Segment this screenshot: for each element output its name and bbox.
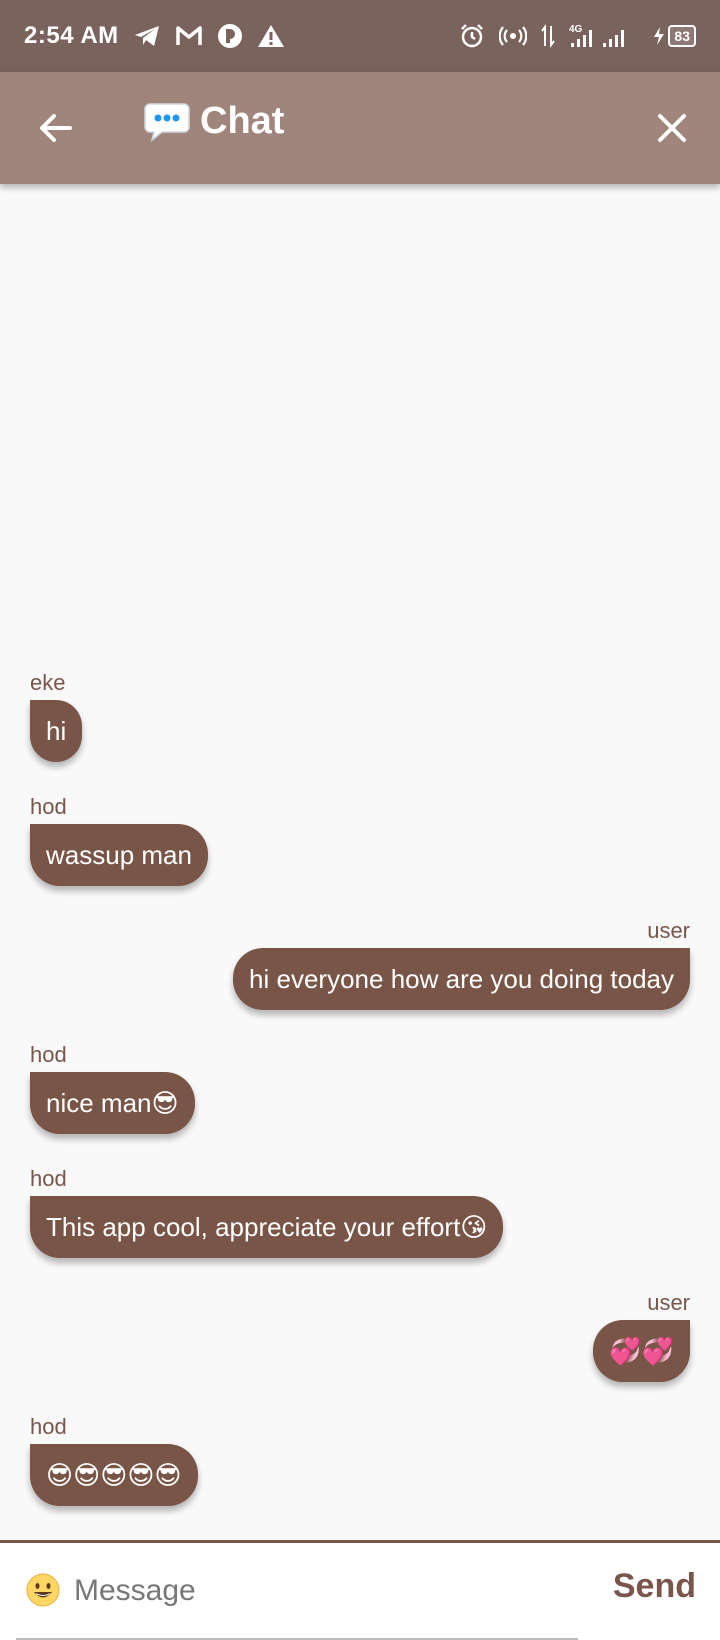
close-button[interactable] [652, 108, 692, 148]
app-bar: Chat [0, 72, 720, 184]
warning-icon [257, 23, 285, 49]
message-sender: hod [30, 1042, 67, 1067]
message-sender: hod [30, 1414, 67, 1439]
charging-icon [654, 27, 665, 45]
alarm-icon [459, 23, 485, 49]
status-time: 2:54 AM [24, 22, 119, 49]
message-bubble[interactable]: 😎😎😎😎😎 [30, 1444, 198, 1506]
app-notification-icon [217, 23, 243, 49]
close-icon [658, 114, 686, 142]
battery-level: 83 [668, 25, 696, 47]
message-item: user 💞💞 [593, 1290, 690, 1382]
message-input[interactable] [72, 1565, 576, 1617]
message-item: user hi everyone how are you doing today [233, 918, 690, 1010]
message-bubble[interactable]: hi everyone how are you doing today [233, 948, 690, 1010]
message-item: hod nice man😎 [30, 1042, 195, 1134]
message-item: eke hi [30, 670, 83, 762]
message-sender: eke [30, 670, 66, 695]
status-right: 4G 83 [459, 23, 696, 49]
message-sender: user [647, 1290, 690, 1315]
smiley-icon [26, 1573, 60, 1607]
message-sender: user [647, 918, 690, 943]
battery-indicator: 83 [653, 25, 696, 47]
message-bubble[interactable]: This app cool, appreciate your effort😘 [30, 1196, 504, 1258]
message-item: hod wassup man [30, 794, 208, 886]
emoji-button[interactable] [26, 1573, 60, 1607]
send-button[interactable]: Send [613, 1567, 696, 1606]
hotspot-icon [499, 25, 528, 47]
title-wrap: Chat [144, 100, 284, 143]
message-bubble[interactable]: hi [30, 700, 83, 762]
message-composer: Send [0, 1540, 720, 1640]
message-sender: hod [30, 1166, 67, 1191]
back-button[interactable] [36, 108, 76, 148]
status-bar: 2:54 AM 4G 83 [0, 0, 720, 72]
message-item: hod This app cool, appreciate your effor… [30, 1166, 504, 1258]
data-transfer-icon [541, 24, 556, 48]
arrow-left-icon [40, 114, 72, 142]
network-label: 4G [569, 24, 583, 35]
telegram-icon [133, 24, 161, 48]
status-left: 2:54 AM [24, 22, 285, 50]
message-item: hod 😎😎😎😎😎 [30, 1414, 198, 1506]
message-bubble[interactable]: nice man😎 [30, 1072, 195, 1134]
message-bubble[interactable]: wassup man [30, 824, 208, 886]
message-list: eke hi hod wassup man user hi everyone h… [0, 184, 720, 1540]
page-title: Chat [200, 100, 285, 142]
speech-bubble-icon [144, 102, 190, 142]
message-bubble[interactable]: 💞💞 [593, 1320, 690, 1382]
message-sender: hod [30, 794, 67, 819]
gmail-icon [175, 25, 203, 47]
signal-4g-icon: 4G [569, 23, 639, 49]
